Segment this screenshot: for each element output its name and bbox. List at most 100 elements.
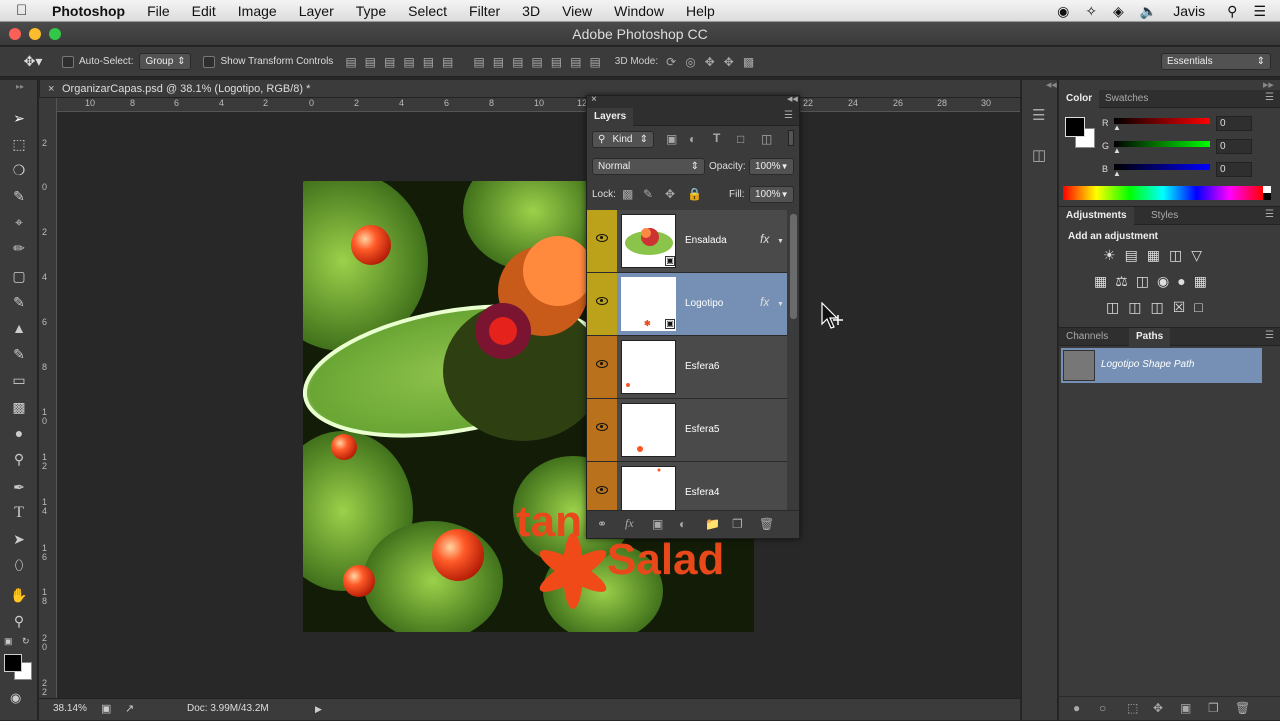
auto-align-icon[interactable]: ▤ (589, 55, 600, 69)
layer-row-ensalada[interactable]: ▣ Ensalada fx ▼ (587, 210, 787, 273)
path-selection-tool-icon[interactable]: ➤ (8, 528, 30, 550)
menu-window[interactable]: Window (603, 0, 675, 22)
dodge-tool-icon[interactable]: ⚲ (8, 448, 30, 470)
bluetooth-icon[interactable]: ✧ (1085, 3, 1097, 20)
tab-paths[interactable]: Paths (1129, 328, 1171, 346)
layer-row-logotipo[interactable]: ✱ ▣ Logotipo fx ▼ (587, 273, 787, 336)
red-slider-thumb-icon[interactable]: ▲ (1113, 123, 1121, 132)
filter-adjustment-icon[interactable]: ◐ (689, 132, 696, 146)
opacity-input[interactable]: 100% ▼ (749, 158, 794, 175)
black-white-icon[interactable]: ◫ (1136, 273, 1149, 290)
color-spectrum-ramp[interactable] (1063, 186, 1263, 200)
distribute-hcenter-icon[interactable]: ▤ (551, 55, 562, 69)
eye-icon[interactable] (596, 423, 608, 431)
menu-layer[interactable]: Layer (288, 0, 345, 22)
fill-path-icon[interactable]: ● (1073, 701, 1080, 715)
fill-input[interactable]: 100% ▼ (749, 186, 794, 203)
layer-row-esfera5[interactable]: Esfera5 (587, 399, 787, 462)
exposure-icon[interactable]: ◫ (1169, 247, 1182, 264)
invert-icon[interactable]: ◫ (1106, 299, 1119, 316)
align-left-icon[interactable]: ▤ (403, 55, 414, 69)
expand-effects-icon[interactable]: ▼ (777, 238, 784, 245)
delete-layer-icon[interactable]: 🗑 (759, 517, 774, 531)
layer-name[interactable]: Logotipo (685, 298, 723, 309)
align-top-icon[interactable]: ▤ (345, 55, 356, 69)
distribute-vcenter-icon[interactable]: ▤ (493, 55, 504, 69)
make-work-path-icon[interactable]: ✥ (1153, 701, 1163, 715)
quick-select-tool-icon[interactable]: ✎ (8, 185, 30, 207)
adjustments-panel-menu-icon[interactable]: ☰ (1265, 209, 1274, 220)
3d-scale-icon[interactable]: ▩ (743, 55, 754, 69)
quick-mask-icon[interactable]: ◉ (10, 690, 21, 706)
layer-row-esfera6[interactable]: Esfera6 (587, 336, 787, 399)
channel-mixer-icon[interactable]: ● (1177, 273, 1185, 290)
layers-tab[interactable]: Layers (587, 108, 634, 126)
filter-type-icon[interactable]: T (713, 131, 720, 145)
red-slider[interactable] (1114, 118, 1210, 124)
layer-name[interactable]: Esfera4 (685, 487, 719, 498)
layers-scrollbar-thumb[interactable] (790, 214, 797, 319)
filter-pixel-icon[interactable]: ▣ (666, 132, 677, 146)
menu-filter[interactable]: Filter (458, 0, 511, 22)
collapse-panel-icon[interactable]: ◀◀ (787, 95, 798, 103)
3d-pan-icon[interactable]: ✥ (705, 55, 715, 69)
healing-brush-tool-icon[interactable]: ▢ (8, 265, 30, 287)
filter-smart-object-icon[interactable]: ◫ (761, 132, 772, 146)
lock-transparent-icon[interactable]: ▩ (622, 187, 633, 201)
3d-slide-icon[interactable]: ✥ (724, 55, 734, 69)
wifi-icon[interactable]: ◈ (1113, 3, 1124, 20)
user-name[interactable]: Javis (1173, 3, 1205, 19)
add-layer-style-icon[interactable]: fx (625, 516, 634, 531)
ramp-black-swatch[interactable] (1263, 193, 1271, 200)
workspace-dropdown[interactable]: Essentials ⇕ (1161, 53, 1271, 70)
link-layers-icon[interactable]: ⚭ (597, 517, 607, 531)
add-mask-icon[interactable]: ▣ (1180, 701, 1191, 715)
add-mask-icon[interactable]: ▣ (652, 517, 663, 531)
move-tool-preset-icon[interactable]: ✥▾ (22, 53, 44, 70)
stroke-path-icon[interactable]: ○ (1099, 701, 1106, 715)
clone-stamp-tool-icon[interactable]: ▲ (8, 317, 30, 339)
selective-color-icon[interactable]: ☒ (1173, 299, 1186, 316)
status-menu-arrow-icon[interactable]: ▶ (315, 699, 322, 719)
default-colors-icon[interactable]: ▣ (4, 636, 13, 647)
move-tool-icon[interactable]: ➢ (8, 107, 30, 129)
close-document-icon[interactable]: × (48, 80, 54, 98)
new-adjustment-layer-icon[interactable]: ◐ (679, 517, 686, 531)
threshold-icon[interactable]: ◫ (1150, 299, 1163, 316)
posterize-icon[interactable]: ◫ (1128, 299, 1141, 316)
collapse-toolbar-icon[interactable]: ▸▸ (16, 82, 24, 91)
hand-tool-icon[interactable]: ✋ (8, 584, 30, 606)
load-selection-icon[interactable]: ⬚ (1127, 701, 1138, 715)
tab-color[interactable]: Color (1059, 90, 1100, 108)
eye-icon[interactable] (596, 360, 608, 368)
path-row[interactable]: Logotipo Shape Path (1061, 348, 1262, 383)
auto-select-checkbox[interactable] (62, 55, 79, 68)
photo-filter-icon[interactable]: ◉ (1157, 273, 1169, 290)
new-layer-icon[interactable]: ❐ (732, 517, 743, 531)
foreground-color-swatch[interactable] (1065, 117, 1085, 137)
brush-tool-icon[interactable]: ✎ (8, 291, 30, 313)
properties-panel-icon[interactable]: ◫ (1032, 146, 1046, 164)
foreground-color-swatch[interactable] (4, 654, 22, 672)
lasso-tool-icon[interactable]: ❍ (8, 159, 30, 181)
auto-select-dropdown[interactable]: Group ⇕ (139, 53, 192, 70)
lock-position-icon[interactable]: ✥ (665, 187, 675, 201)
layer-row-esfera4[interactable]: Esfera4 (587, 462, 787, 510)
tab-channels[interactable]: Channels (1059, 328, 1115, 346)
volume-icon[interactable]: 🔈 (1140, 3, 1157, 20)
layer-name[interactable]: Esfera5 (685, 424, 719, 435)
layer-effects-icon[interactable]: fx (760, 232, 769, 246)
history-panel-icon[interactable]: ☰ (1032, 106, 1045, 124)
blue-slider[interactable] (1114, 164, 1210, 170)
vibrance-icon[interactable]: ▽ (1191, 247, 1202, 264)
crop-tool-icon[interactable]: ⌖ (8, 211, 30, 233)
menu-type[interactable]: Type (345, 0, 397, 22)
eye-icon[interactable] (596, 234, 608, 242)
green-slider[interactable] (1114, 141, 1210, 147)
gradient-tool-icon[interactable]: ▩ (8, 396, 30, 418)
green-value-input[interactable]: 0 (1216, 139, 1252, 154)
layer-name[interactable]: Esfera6 (685, 361, 719, 372)
distribute-bottom-icon[interactable]: ▤ (512, 55, 523, 69)
distribute-top-icon[interactable]: ▤ (473, 55, 484, 69)
3d-roll-icon[interactable]: ◎ (685, 55, 695, 69)
